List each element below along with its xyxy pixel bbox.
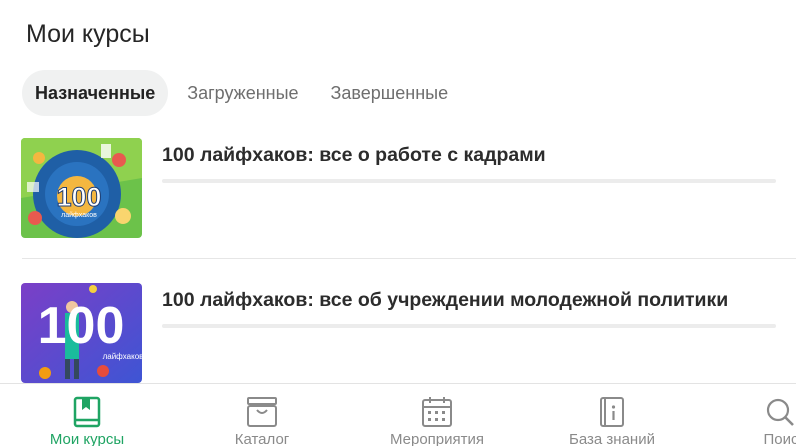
nav-label: Мероприятия [389,431,485,446]
course-thumbnail[interactable]: 100 лайфхаков [21,283,142,383]
course-title[interactable]: 100 лайфхаков: все об учреждении молодеж… [162,289,728,312]
course-progress-bar [162,324,776,328]
nav-events[interactable]: Мероприятия [362,384,512,446]
course-tabs: Назначенные Загруженные Завершенные [22,70,467,116]
divider [22,258,796,259]
course-cover-image: 100 лайфхаков [21,283,142,383]
course-title[interactable]: 100 лайфхаков: все о работе с кадрами [162,144,546,167]
bottom-navigation: Мои курсы Каталог Мероприятия База знани… [0,383,796,446]
thumb-subtitle: лайфхаков [61,211,97,219]
nav-label: Каталог [234,431,290,446]
search-icon [764,396,796,428]
course-item[interactable]: 100 лайфхаков 100 лайфхаков: все о работ… [0,138,796,258]
thumb-number: 100 [56,182,101,212]
thumb-subtitle: лайфхаков [103,352,142,361]
course-cover-image: 100 лайфхаков [21,138,142,238]
nav-catalog[interactable]: Каталог [187,384,337,446]
tab-assigned[interactable]: Назначенные [22,70,169,116]
nav-my-courses[interactable]: Мои курсы [12,384,162,446]
course-thumbnail[interactable]: 100 лайфхаков [21,138,142,238]
nav-label: Мои курсы [49,431,125,446]
course-progress-bar [162,179,776,183]
nav-search[interactable]: Поис [706,384,796,446]
nav-label: Поис [763,431,796,446]
catalog-box-icon [245,396,279,428]
my-courses-screen: Мои курсы Назначенные Загруженные Заверш… [0,0,796,446]
calendar-icon [420,396,454,428]
tab-uploaded[interactable]: Загруженные [174,70,311,116]
tab-completed[interactable]: Завершенные [318,70,462,116]
thumb-number: 100 [38,297,125,355]
info-book-icon [595,396,629,428]
page-title: Мои курсы [26,20,150,48]
nav-knowledge-base[interactable]: База знаний [537,384,687,446]
book-icon [70,396,104,428]
nav-label: База знаний [569,431,655,446]
